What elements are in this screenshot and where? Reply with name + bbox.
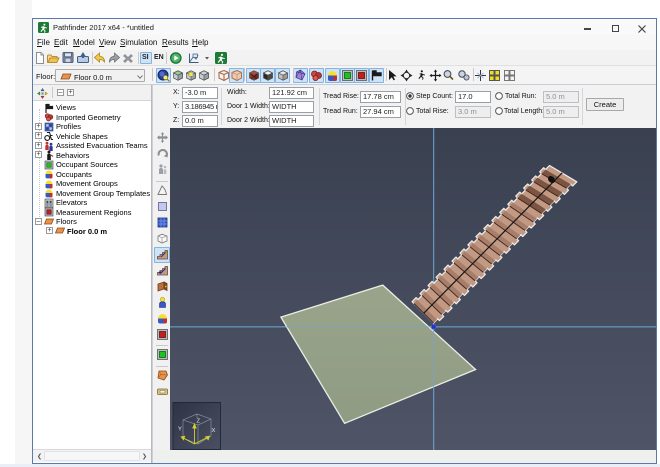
svg-text:X: X [212, 428, 216, 434]
svg-text:Y: Y [178, 427, 182, 433]
svg-text:Z: Z [197, 419, 201, 425]
